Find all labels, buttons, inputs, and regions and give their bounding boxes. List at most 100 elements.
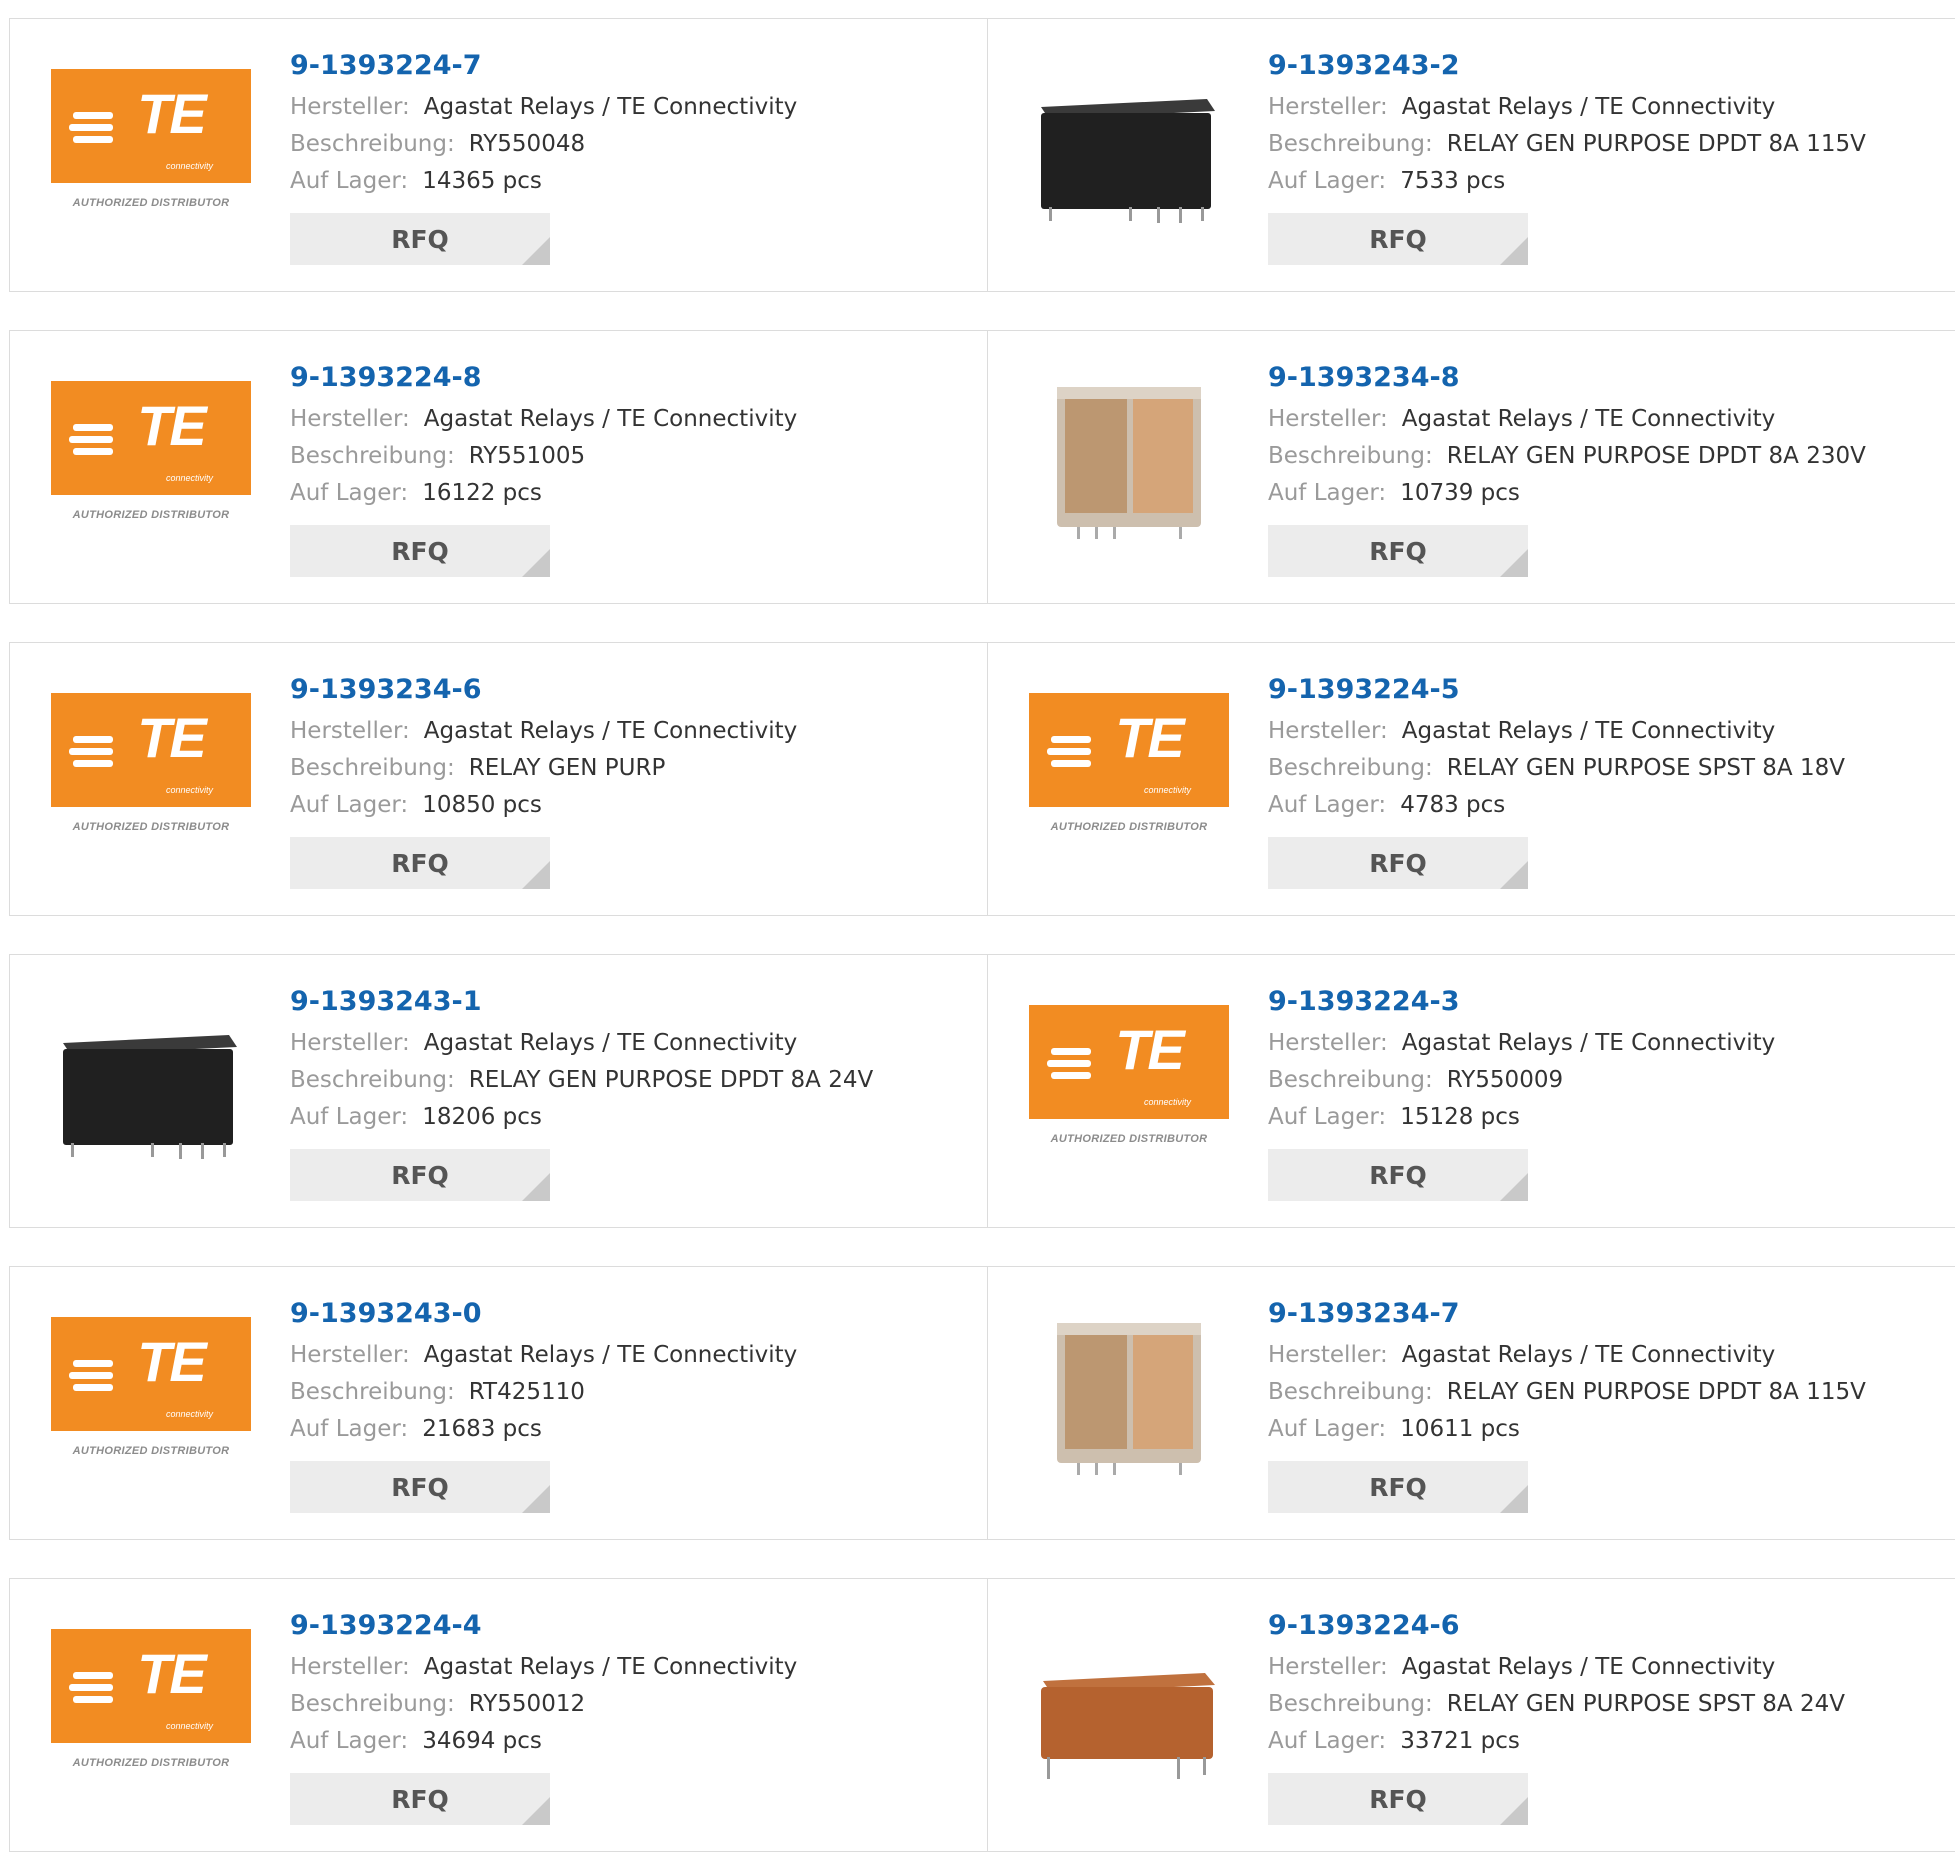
te-logo: TE connectivity AUTHORIZED DISTRIBUTOR: [51, 1317, 251, 1477]
manufacturer-value: Agastat Relays / TE Connectivity: [1401, 718, 1776, 744]
part-number-link[interactable]: 9-1393224-4: [290, 1609, 797, 1643]
rfq-corner-icon: [522, 1173, 550, 1201]
manufacturer-label: Hersteller:: [290, 1342, 410, 1368]
description-line: Beschreibung: RELAY GEN PURPOSE DPDT 8A 2…: [1268, 438, 1866, 475]
manufacturer-line: Hersteller: Agastat Relays / TE Connectiv…: [290, 1649, 797, 1686]
part-number-link[interactable]: 9-1393243-1: [290, 985, 873, 1019]
product-info: 9-1393224-5 Hersteller: Agastat Relays / T…: [1268, 673, 1845, 889]
product-image[interactable]: TE connectivity AUTHORIZED DISTRIBUTOR: [1029, 1005, 1229, 1165]
part-number-link[interactable]: 9-1393224-3: [1268, 985, 1775, 1019]
stock-label: Auf Lager:: [290, 1728, 409, 1754]
stock-label: Auf Lager:: [290, 1104, 409, 1130]
te-logo-tagline: AUTHORIZED DISTRIBUTOR: [72, 1445, 230, 1457]
part-number-link[interactable]: 9-1393234-7: [1268, 1297, 1866, 1331]
product-image[interactable]: TE connectivity AUTHORIZED DISTRIBUTOR: [51, 693, 251, 853]
rfq-button[interactable]: RFQ: [290, 525, 550, 577]
stock-label: Auf Lager:: [290, 168, 409, 194]
product-image[interactable]: [1029, 1317, 1229, 1477]
stock-label: Auf Lager:: [1268, 792, 1387, 818]
manufacturer-value: Agastat Relays / TE Connectivity: [423, 1030, 798, 1056]
rfq-corner-icon: [1500, 237, 1528, 265]
part-number-link[interactable]: 9-1393234-8: [1268, 361, 1866, 395]
rfq-button[interactable]: RFQ: [1268, 1461, 1528, 1513]
stock-value: 18206 pcs: [422, 1104, 542, 1130]
product-row: 9-1393243-1 Hersteller: Agastat Relays / T…: [9, 954, 1955, 1228]
product-image[interactable]: [51, 1005, 251, 1165]
product-image[interactable]: TE connectivity AUTHORIZED DISTRIBUTOR: [1029, 693, 1229, 853]
rfq-button[interactable]: RFQ: [1268, 1149, 1528, 1201]
te-logo-box: TE connectivity: [1029, 1005, 1229, 1119]
rfq-button[interactable]: RFQ: [290, 213, 550, 265]
rfq-button[interactable]: RFQ: [1268, 213, 1528, 265]
description-label: Beschreibung:: [1268, 443, 1433, 469]
rfq-button[interactable]: RFQ: [290, 1773, 550, 1825]
description-label: Beschreibung:: [290, 1379, 455, 1405]
part-number-link[interactable]: 9-1393224-8: [290, 361, 797, 395]
rfq-button[interactable]: RFQ: [290, 1149, 550, 1201]
product-grid: TE connectivity AUTHORIZED DISTRIBUTOR 9-13…: [0, 0, 1955, 1852]
description-line: Beschreibung: RY550009: [1268, 1062, 1775, 1099]
description-label: Beschreibung:: [290, 1067, 455, 1093]
rfq-label: RFQ: [391, 1160, 449, 1190]
rfq-label: RFQ: [1369, 224, 1427, 254]
rfq-button[interactable]: RFQ: [1268, 525, 1528, 577]
manufacturer-line: Hersteller: Agastat Relays / TE Connectiv…: [1268, 1025, 1775, 1062]
te-logo-tagline: AUTHORIZED DISTRIBUTOR: [72, 821, 230, 833]
manufacturer-value: Agastat Relays / TE Connectivity: [423, 718, 798, 744]
product-image[interactable]: [1029, 1629, 1229, 1789]
product-row: TE connectivity AUTHORIZED DISTRIBUTOR 9-13…: [9, 1266, 1955, 1540]
manufacturer-label: Hersteller:: [1268, 1654, 1388, 1680]
te-logo: TE connectivity AUTHORIZED DISTRIBUTOR: [51, 69, 251, 229]
product-image[interactable]: TE connectivity AUTHORIZED DISTRIBUTOR: [51, 69, 251, 229]
description-label: Beschreibung:: [290, 131, 455, 157]
product-card: TE connectivity AUTHORIZED DISTRIBUTOR 9-13…: [10, 1579, 988, 1851]
part-number-link[interactable]: 9-1393243-0: [290, 1297, 797, 1331]
product-info: 9-1393234-7 Hersteller: Agastat Relays / T…: [1268, 1297, 1866, 1513]
manufacturer-line: Hersteller: Agastat Relays / TE Connectiv…: [290, 713, 797, 750]
stock-label: Auf Lager:: [1268, 480, 1387, 506]
description-label: Beschreibung:: [290, 755, 455, 781]
product-info: 9-1393224-4 Hersteller: Agastat Relays / T…: [290, 1609, 797, 1825]
stock-value: 16122 pcs: [422, 480, 542, 506]
te-logo-box: TE connectivity: [1029, 693, 1229, 807]
product-image[interactable]: TE connectivity AUTHORIZED DISTRIBUTOR: [51, 1629, 251, 1789]
part-number-link[interactable]: 9-1393234-6: [290, 673, 797, 707]
rfq-button[interactable]: RFQ: [290, 1461, 550, 1513]
stock-label: Auf Lager:: [290, 792, 409, 818]
rfq-button[interactable]: RFQ: [1268, 1773, 1528, 1825]
product-image[interactable]: [1029, 69, 1229, 229]
stock-label: Auf Lager:: [1268, 168, 1387, 194]
part-number-link[interactable]: 9-1393224-6: [1268, 1609, 1845, 1643]
rfq-label: RFQ: [391, 1472, 449, 1502]
product-info: 9-1393234-6 Hersteller: Agastat Relays / T…: [290, 673, 797, 889]
rfq-button[interactable]: RFQ: [1268, 837, 1528, 889]
stock-label: Auf Lager:: [1268, 1416, 1387, 1442]
manufacturer-value: Agastat Relays / TE Connectivity: [1401, 1654, 1776, 1680]
rfq-corner-icon: [1500, 1797, 1528, 1825]
manufacturer-label: Hersteller:: [1268, 1030, 1388, 1056]
te-logo-text: TE: [137, 1330, 207, 1393]
rfq-button[interactable]: RFQ: [290, 837, 550, 889]
stock-line: Auf Lager: 7533 pcs: [1268, 163, 1866, 200]
product-image[interactable]: TE connectivity AUTHORIZED DISTRIBUTOR: [51, 381, 251, 541]
te-logo-sub: connectivity: [1143, 785, 1191, 795]
product-image[interactable]: [1029, 381, 1229, 541]
stock-label: Auf Lager:: [290, 1416, 409, 1442]
product-info: 9-1393224-8 Hersteller: Agastat Relays / T…: [290, 361, 797, 577]
manufacturer-label: Hersteller:: [290, 718, 410, 744]
description-label: Beschreibung:: [290, 443, 455, 469]
manufacturer-value: Agastat Relays / TE Connectivity: [423, 94, 798, 120]
description-label: Beschreibung:: [1268, 1067, 1433, 1093]
stock-label: Auf Lager:: [1268, 1104, 1387, 1130]
te-logo-tagline: AUTHORIZED DISTRIBUTOR: [72, 197, 230, 209]
te-logo-text: TE: [137, 394, 207, 457]
part-number-link[interactable]: 9-1393243-2: [1268, 49, 1866, 83]
stock-label: Auf Lager:: [1268, 1728, 1387, 1754]
rfq-label: RFQ: [1369, 848, 1427, 878]
description-line: Beschreibung: RY550012: [290, 1686, 797, 1723]
part-number-link[interactable]: 9-1393224-7: [290, 49, 797, 83]
part-number-link[interactable]: 9-1393224-5: [1268, 673, 1845, 707]
product-image[interactable]: TE connectivity AUTHORIZED DISTRIBUTOR: [51, 1317, 251, 1477]
product-card: TE connectivity AUTHORIZED DISTRIBUTOR 9-13…: [10, 1267, 988, 1539]
description-line: Beschreibung: RELAY GEN PURPOSE SPST 8A 1…: [1268, 750, 1845, 787]
